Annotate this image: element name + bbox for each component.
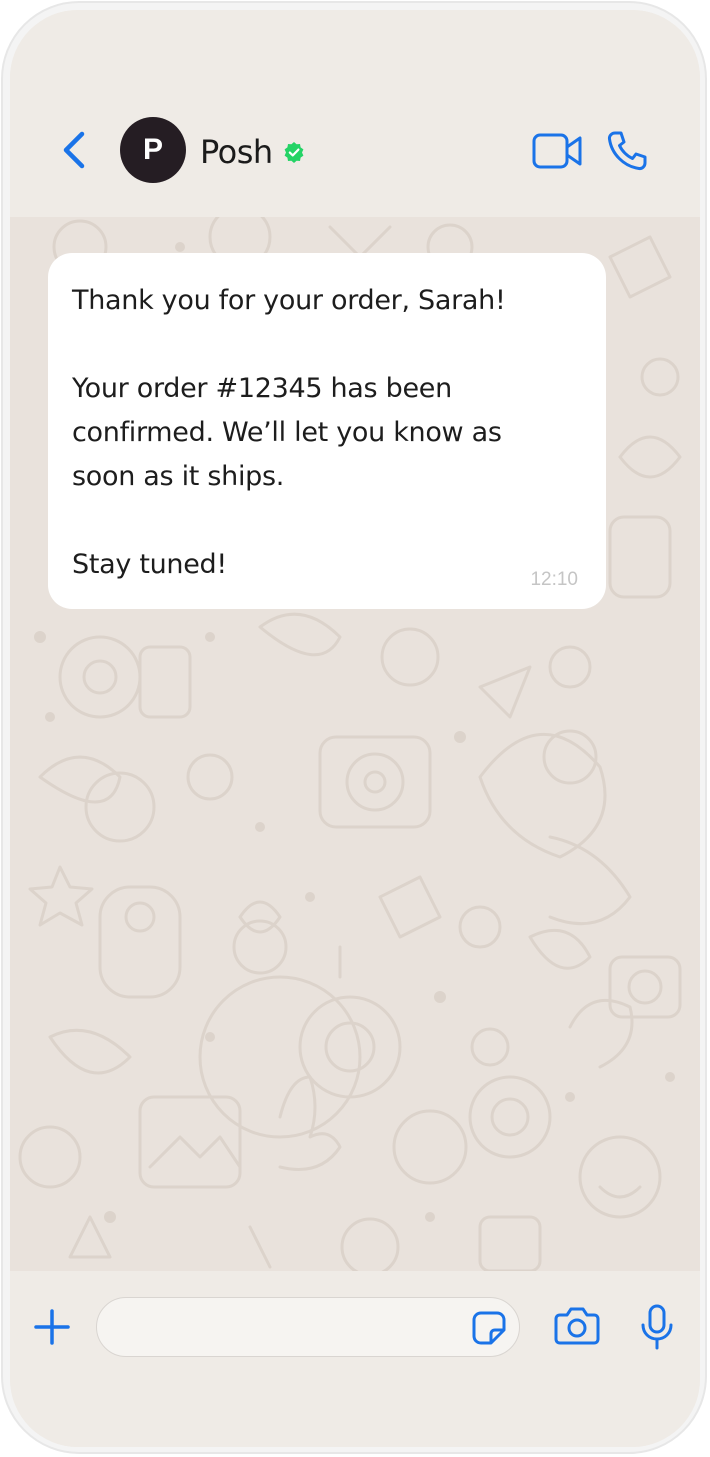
sticker-button[interactable]	[471, 1310, 507, 1346]
voice-call-button[interactable]	[606, 130, 648, 172]
microphone-icon	[641, 1304, 673, 1350]
contact-name[interactable]: Posh	[200, 133, 273, 171]
message-text-field[interactable]	[96, 1297, 520, 1358]
avatar-letter: P	[142, 133, 163, 166]
camera-button[interactable]	[554, 1305, 600, 1347]
chat-header: P Posh	[10, 10, 700, 217]
chat-area[interactable]: Thank you for your order, Sarah! Your or…	[10, 217, 700, 1271]
chevron-left-icon	[63, 131, 85, 169]
message-input[interactable]	[119, 1298, 453, 1358]
verified-badge-icon	[284, 142, 304, 163]
phone-icon	[607, 131, 647, 171]
plus-icon	[34, 1309, 70, 1345]
message-input-bar	[10, 1271, 700, 1447]
message-line: Your order #12345 has been confirmed. We…	[72, 373, 502, 492]
video-call-button[interactable]	[532, 132, 584, 170]
video-camera-icon	[532, 133, 582, 169]
avatar[interactable]: P	[120, 117, 186, 183]
back-button[interactable]	[56, 128, 92, 172]
phone-mockup: P Posh Thank you for your order, Sarah! …	[0, 0, 710, 1457]
message-line: Stay tuned!	[72, 549, 227, 580]
voice-message-button[interactable]	[640, 1303, 674, 1351]
attach-button[interactable]	[32, 1307, 72, 1347]
message-line: Thank you for your order, Sarah!	[72, 285, 506, 316]
camera-icon	[554, 1307, 600, 1345]
sticker-icon	[472, 1311, 506, 1345]
message-timestamp: 12:10	[530, 569, 578, 590]
screen: P Posh Thank you for your order, Sarah! …	[10, 10, 700, 1447]
message-bubble-incoming[interactable]: Thank you for your order, Sarah! Your or…	[48, 253, 606, 609]
